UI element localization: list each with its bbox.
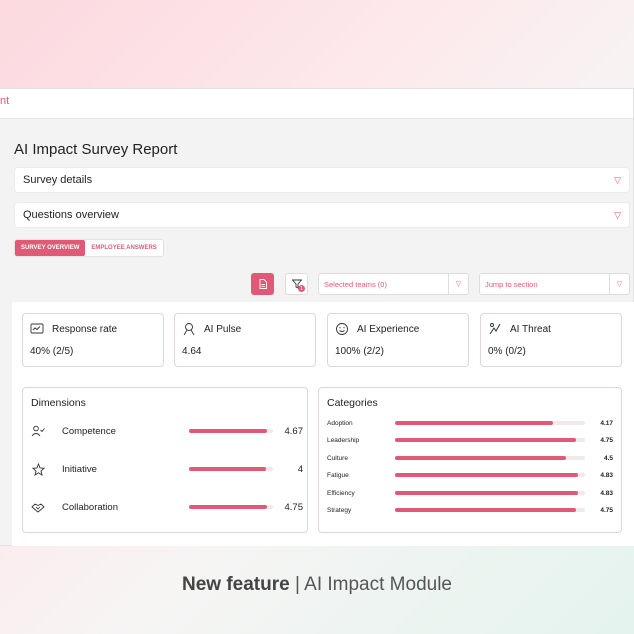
dimension-label: Initiative bbox=[62, 463, 97, 475]
accordion-label: Questions overview bbox=[23, 209, 119, 221]
chevron-down-icon[interactable]: ▽ bbox=[614, 175, 621, 186]
category-value: 4.17 bbox=[600, 419, 613, 427]
category-bar-fill bbox=[395, 473, 579, 477]
dimension-value: 4.67 bbox=[284, 425, 304, 437]
category-bar-fill bbox=[395, 491, 579, 495]
kpi-label: AI Pulse bbox=[204, 323, 242, 335]
kpi-card-ai-threat: AI Threat 0% (0/2) bbox=[480, 313, 622, 367]
category-value: 4.83 bbox=[600, 471, 613, 479]
competence-icon bbox=[31, 424, 45, 438]
kpi-label: AI Threat bbox=[510, 323, 551, 335]
kpi-label: AI Experience bbox=[357, 323, 420, 335]
category-bar-track bbox=[395, 491, 585, 495]
caption-bold: New feature bbox=[182, 574, 290, 595]
category-row-leadership: Leadership 4.75 bbox=[327, 434, 617, 446]
accordion-label: Survey details bbox=[23, 174, 93, 186]
chevron-down-icon[interactable]: ▽ bbox=[448, 274, 468, 294]
category-bar-track bbox=[395, 438, 585, 442]
kpi-value: 100% (2/2) bbox=[335, 346, 384, 357]
category-bar-fill bbox=[395, 456, 566, 460]
view-tabs: SURVEY OVERVIEW EMPLOYEE ANSWERS bbox=[14, 239, 164, 257]
dimensions-card: Dimensions Competence 4.67 Initiative 4 … bbox=[22, 387, 308, 533]
handshake-icon bbox=[31, 500, 45, 514]
category-label: Fatigue bbox=[327, 471, 349, 479]
app-logo[interactable]: nt bbox=[0, 95, 9, 107]
dimension-bar-fill bbox=[189, 467, 267, 471]
dimension-row-collaboration: Collaboration 4.75 bbox=[31, 499, 303, 515]
dimension-bar-track bbox=[189, 467, 273, 471]
jump-to-section-select[interactable]: Jump to section ▽ bbox=[479, 273, 630, 295]
dimension-value: 4 bbox=[297, 463, 303, 475]
category-value: 4.83 bbox=[600, 489, 613, 497]
tab-employee-answers[interactable]: EMPLOYEE ANSWERS bbox=[85, 240, 162, 256]
caption-separator: | bbox=[294, 574, 300, 595]
response-rate-icon bbox=[30, 322, 44, 336]
dimension-row-initiative: Initiative 4 bbox=[31, 461, 303, 477]
star-icon bbox=[31, 462, 45, 476]
category-label: Leadership bbox=[327, 436, 360, 444]
category-bar-track bbox=[395, 508, 585, 512]
chevron-down-icon[interactable]: ▽ bbox=[609, 274, 629, 294]
teams-select[interactable]: Selected teams (0) ▽ bbox=[318, 273, 469, 295]
jump-select-value: Jump to section bbox=[485, 279, 538, 289]
category-label: Adoption bbox=[327, 419, 353, 427]
dimensions-title: Dimensions bbox=[31, 397, 86, 409]
caption-text: AI Impact Module bbox=[304, 574, 452, 595]
dimension-bar-fill bbox=[189, 429, 268, 433]
kpi-card-ai-experience: AI Experience 100% (2/2) bbox=[327, 313, 469, 367]
dimension-label: Collaboration bbox=[62, 501, 118, 513]
filter-count-badge: 1 bbox=[298, 285, 305, 292]
kpi-value: 0% (0/2) bbox=[488, 346, 526, 357]
tab-survey-overview[interactable]: SURVEY OVERVIEW bbox=[15, 240, 86, 256]
category-bar-fill bbox=[395, 508, 576, 512]
kpi-card-ai-pulse: AI Pulse 4.64 bbox=[174, 313, 316, 367]
category-label: Strategy bbox=[327, 506, 352, 514]
dimension-value: 4.75 bbox=[284, 501, 304, 513]
category-row-adoption: Adoption 4.17 bbox=[327, 417, 617, 429]
accordion-survey-details[interactable]: Survey details ▽ bbox=[14, 167, 630, 193]
dimension-bar-track bbox=[189, 429, 273, 433]
document-icon bbox=[259, 279, 267, 289]
feature-caption: New feature | AI Impact Module bbox=[0, 574, 634, 596]
category-row-efficiency: Efficiency 4.83 bbox=[327, 487, 617, 499]
dimension-bar-fill bbox=[189, 505, 268, 509]
ai-threat-icon bbox=[488, 322, 502, 336]
category-bar-fill bbox=[395, 438, 576, 442]
category-row-fatigue: Fatigue 4.83 bbox=[327, 469, 617, 481]
kpi-label: Response rate bbox=[52, 323, 118, 335]
category-bar-fill bbox=[395, 421, 553, 425]
category-bar-track bbox=[395, 421, 585, 425]
top-bar: nt bbox=[0, 89, 633, 119]
kpi-card-response-rate: Response rate 40% (2/5) bbox=[22, 313, 164, 367]
export-pdf-button[interactable] bbox=[251, 273, 274, 295]
category-value: 4.5 bbox=[603, 454, 613, 462]
ai-pulse-icon bbox=[182, 322, 196, 336]
dimension-row-competence: Competence 4.67 bbox=[31, 423, 303, 439]
categories-title: Categories bbox=[327, 397, 378, 409]
filter-button[interactable]: 1 bbox=[285, 273, 308, 295]
categories-card: Categories Adoption 4.17 Leadership 4.75… bbox=[318, 387, 622, 533]
accordion-questions-overview[interactable]: Questions overview ▽ bbox=[14, 202, 630, 228]
category-label: Efficiency bbox=[327, 489, 355, 497]
smiley-icon bbox=[335, 322, 349, 336]
category-row-culture: Culture 4.5 bbox=[327, 452, 617, 464]
dimension-label: Competence bbox=[62, 425, 116, 437]
page-title: AI Impact Survey Report bbox=[14, 141, 178, 158]
dimension-bar-track bbox=[189, 505, 273, 509]
category-value: 4.75 bbox=[600, 436, 613, 444]
chevron-down-icon[interactable]: ▽ bbox=[614, 210, 621, 221]
category-label: Culture bbox=[327, 454, 348, 462]
category-bar-track bbox=[395, 473, 585, 477]
kpi-value: 40% (2/5) bbox=[30, 346, 74, 357]
category-value: 4.75 bbox=[600, 506, 613, 514]
teams-select-value: Selected teams (0) bbox=[324, 279, 387, 289]
kpi-value: 4.64 bbox=[182, 346, 202, 357]
category-row-strategy: Strategy 4.75 bbox=[327, 504, 617, 516]
category-bar-track bbox=[395, 456, 585, 460]
